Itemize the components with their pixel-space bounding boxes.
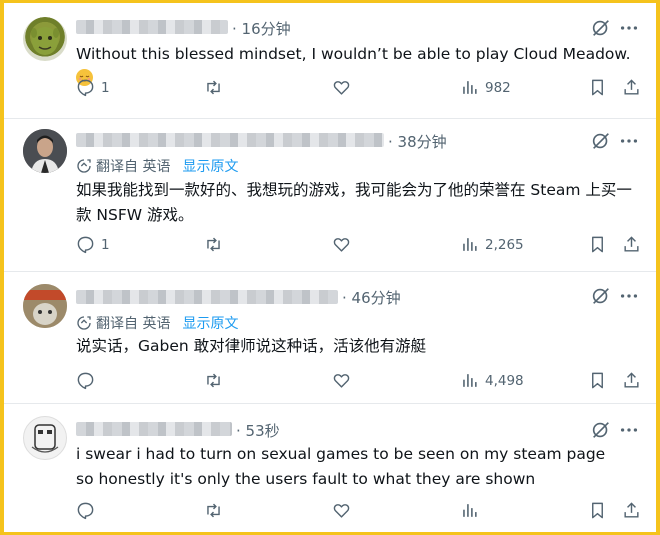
reply-count: 1 xyxy=(101,79,110,96)
redacted-username xyxy=(76,422,232,436)
avatar[interactable] xyxy=(23,129,67,173)
bookmark-button[interactable] xyxy=(588,371,607,390)
tweet-time[interactable]: · 38分钟 xyxy=(388,131,447,152)
bookmark-icon xyxy=(592,502,603,519)
like-icon xyxy=(333,374,350,388)
grok-icon[interactable] xyxy=(590,285,612,307)
tweet-time[interactable]: · 46分钟 xyxy=(342,287,401,308)
grok-icon[interactable] xyxy=(590,130,612,152)
more-icon[interactable] xyxy=(618,130,640,152)
like-button[interactable] xyxy=(332,78,351,97)
reply-button[interactable] xyxy=(76,371,101,390)
views-button[interactable]: 2,265 xyxy=(460,235,524,254)
tweet-text-content: Without this blessed mindset, I wouldn’t… xyxy=(76,45,631,63)
translation-label: 翻译自 英语 xyxy=(96,316,171,332)
views-icon xyxy=(463,81,477,94)
share-icon xyxy=(624,372,639,388)
reply-icon xyxy=(77,79,94,97)
tweet-text: 如果我能找到一款好的、我想玩的游戏，我可能会为了他的荣誉在 Steam 上买一款… xyxy=(76,181,632,224)
reply-button[interactable]: 1 xyxy=(76,235,110,254)
reply-button[interactable] xyxy=(76,501,101,520)
tweet-thread: · 16分钟 Without this blessed mindset, I w… xyxy=(4,3,656,532)
views-button[interactable]: 4,498 xyxy=(460,371,524,390)
bookmark-icon xyxy=(592,236,603,253)
views-icon xyxy=(463,374,477,387)
like-button[interactable] xyxy=(332,501,351,520)
reply-button[interactable]: 1 xyxy=(76,78,110,97)
retweet-button[interactable] xyxy=(204,371,223,390)
retweet-icon xyxy=(207,373,220,388)
tweet-text: 说实话，Gaben 敢对律师说这种话，活该他有游艇 xyxy=(76,337,427,355)
retweet-icon xyxy=(207,80,220,95)
view-count: 2,265 xyxy=(485,236,524,253)
bookmark-icon xyxy=(592,79,603,96)
tweet-actions: 4,498 xyxy=(76,371,646,393)
like-button[interactable] xyxy=(332,371,351,390)
tweet-actions: 1 982 xyxy=(76,78,646,100)
reply-icon xyxy=(77,502,94,520)
sketch-avatar-art xyxy=(31,424,59,453)
views-icon xyxy=(463,504,477,517)
view-count: 4,498 xyxy=(485,372,524,389)
redacted-username xyxy=(76,290,338,304)
like-icon xyxy=(333,504,350,518)
avatar[interactable] xyxy=(23,416,67,460)
share-icon xyxy=(624,79,639,95)
redacted-username xyxy=(76,133,384,147)
like-button[interactable] xyxy=(332,235,351,254)
views-icon xyxy=(463,238,477,251)
retweet-button[interactable] xyxy=(204,235,223,254)
reply-icon xyxy=(77,236,94,254)
like-icon xyxy=(333,238,350,252)
show-original-link[interactable]: 显示原文 xyxy=(182,313,238,333)
retweet-icon xyxy=(207,503,220,518)
share-icon xyxy=(624,502,639,518)
view-count: 982 xyxy=(485,79,511,96)
tweet-4[interactable]: · 53秒 i swear i had to turn on sexual ga… xyxy=(4,404,656,532)
translation-notice: 翻译自 英语 显示原文 xyxy=(76,313,238,333)
translation-notice: 翻译自 英语 显示原文 xyxy=(76,156,238,176)
show-original-link[interactable]: 显示原文 xyxy=(182,156,238,176)
tweet-text: i swear i had to turn on sexual games to… xyxy=(76,445,606,488)
shrek-avatar-art xyxy=(31,27,59,55)
man-portrait-avatar-art xyxy=(23,129,67,173)
bookmark-icon xyxy=(592,372,603,389)
avatar[interactable] xyxy=(23,17,67,61)
grok-icon[interactable] xyxy=(590,17,612,39)
more-icon[interactable] xyxy=(618,285,640,307)
views-button[interactable] xyxy=(460,501,485,520)
bookmark-button[interactable] xyxy=(588,235,607,254)
tweet-actions xyxy=(76,501,646,523)
more-icon[interactable] xyxy=(618,17,640,39)
bookmark-button[interactable] xyxy=(588,501,607,520)
tweet-actions: 1 2,265 xyxy=(76,235,646,257)
retweet-icon xyxy=(207,237,220,252)
retweet-button[interactable] xyxy=(204,501,223,520)
tweet-time[interactable]: · 53秒 xyxy=(236,420,280,441)
avatar[interactable] xyxy=(23,284,67,328)
reply-icon xyxy=(77,372,94,390)
tweet-3[interactable]: · 46分钟 翻译自 英语 显示原文 说实话，Gaben 敢对律师说这种话，活该… xyxy=(4,272,656,403)
share-button[interactable] xyxy=(622,235,641,254)
tweet-2[interactable]: · 38分钟 翻译自 英语 显示原文 如果我能找到一款好的、我想玩的游戏，我可能… xyxy=(4,119,656,271)
views-button[interactable]: 982 xyxy=(460,78,511,97)
bookmark-button[interactable] xyxy=(588,78,607,97)
share-button[interactable] xyxy=(622,78,641,97)
redacted-username xyxy=(76,20,228,34)
tweet-1[interactable]: · 16分钟 Without this blessed mindset, I w… xyxy=(4,3,656,118)
translate-icon xyxy=(77,316,91,330)
reply-count: 1 xyxy=(101,236,110,253)
like-icon xyxy=(333,81,350,95)
share-icon xyxy=(624,236,639,252)
more-icon[interactable] xyxy=(618,419,640,441)
translate-icon xyxy=(77,159,91,173)
tweet-time[interactable]: · 16分钟 xyxy=(232,18,291,39)
share-button[interactable] xyxy=(622,501,641,520)
retweet-button[interactable] xyxy=(204,78,223,97)
grok-icon[interactable] xyxy=(590,419,612,441)
cartoon-avatar-art xyxy=(23,284,67,328)
share-button[interactable] xyxy=(622,371,641,390)
translation-label: 翻译自 英语 xyxy=(96,159,171,175)
